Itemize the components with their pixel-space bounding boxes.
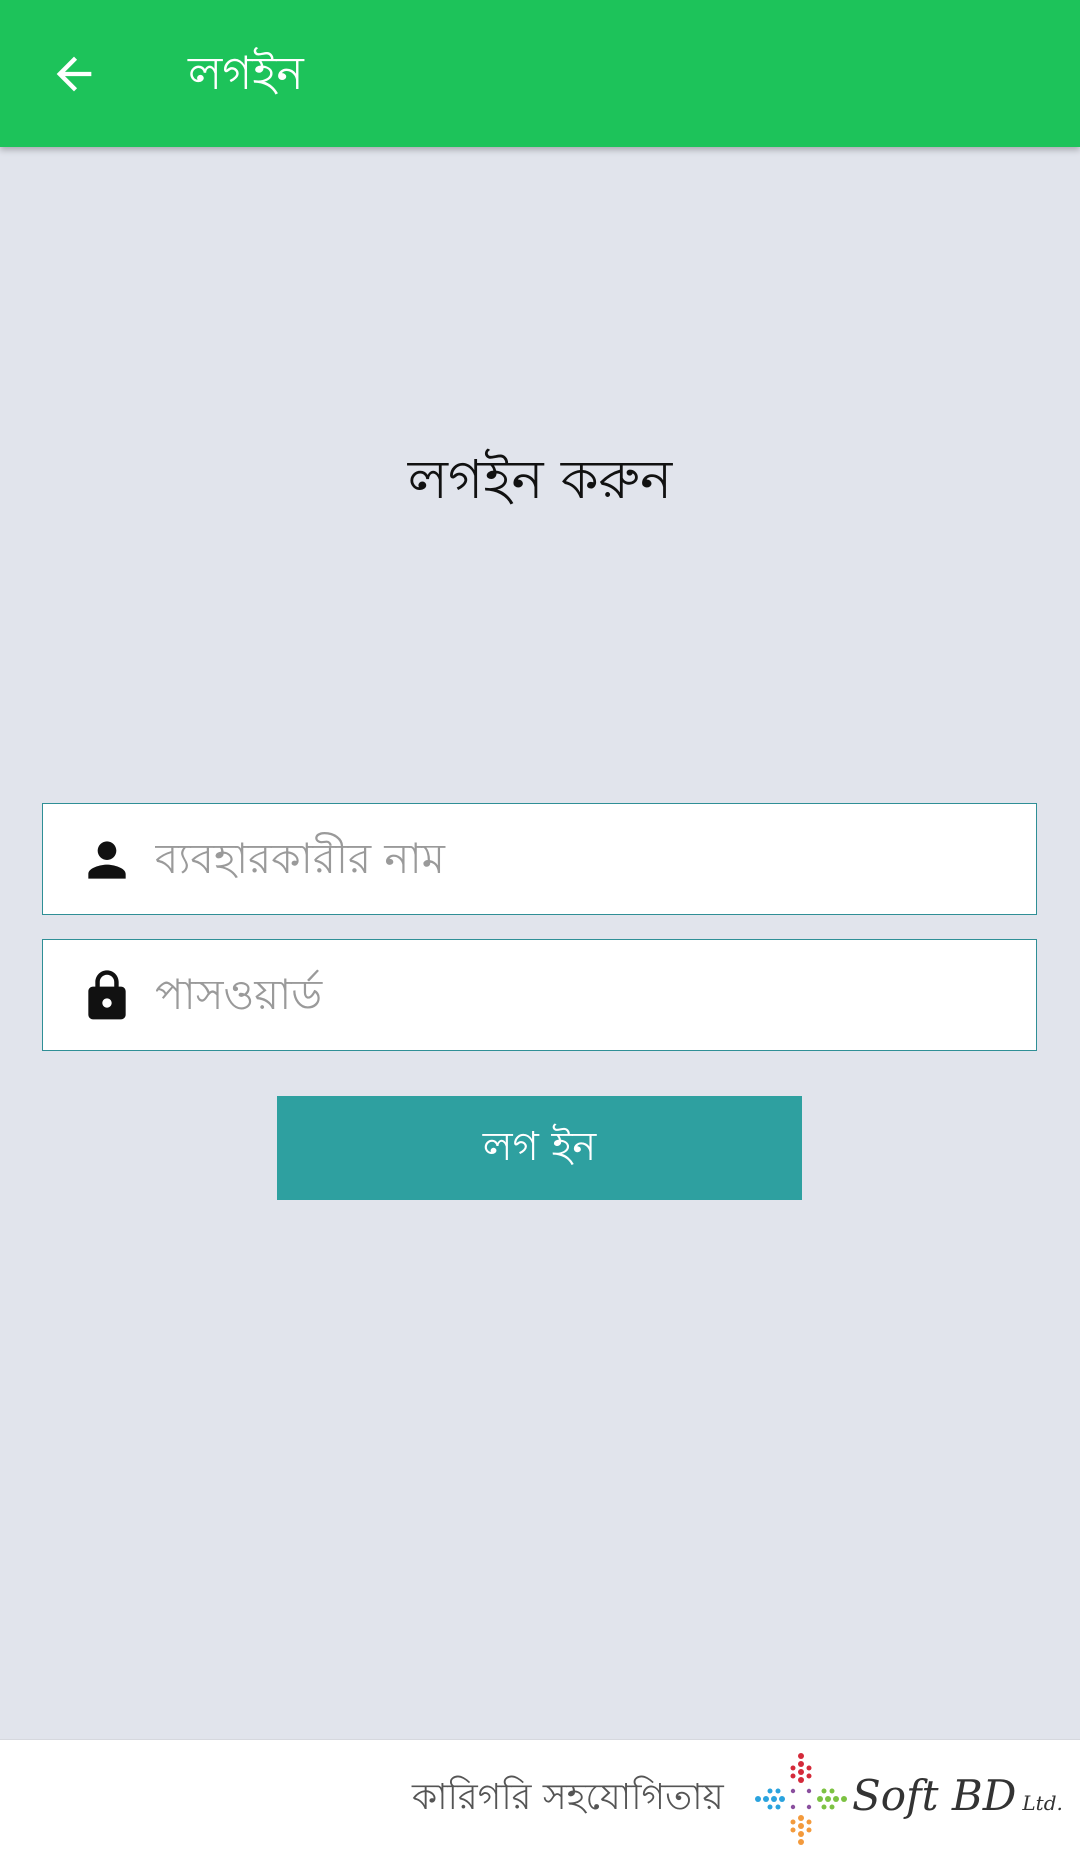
footer-credit-text: কারিগরি সহযোগিতায় [412, 1777, 724, 1818]
lock-icon [75, 964, 139, 1028]
brand-name: Soft BD [852, 1771, 1017, 1820]
login-button[interactable]: লগ ইন [277, 1096, 802, 1200]
softbd-logo-icon [752, 1750, 850, 1848]
username-input[interactable] [151, 804, 1015, 912]
app-bar: লগইন [0, 0, 1080, 147]
footer: কারিগরি সহযোগিতায় Soft BD Ltd. [0, 1739, 1080, 1857]
back-button[interactable] [30, 30, 118, 118]
page-title: লগইন [188, 46, 304, 100]
softbd-brand: Soft BD Ltd. [852, 1766, 1063, 1833]
person-icon [75, 828, 139, 892]
password-field[interactable] [42, 939, 1037, 1051]
login-heading: লগইন করুন [407, 448, 673, 511]
arrow-left-icon [56, 56, 92, 92]
password-input[interactable] [151, 940, 1015, 1048]
username-field[interactable] [42, 803, 1037, 915]
brand-suffix: Ltd. [1022, 1791, 1063, 1815]
